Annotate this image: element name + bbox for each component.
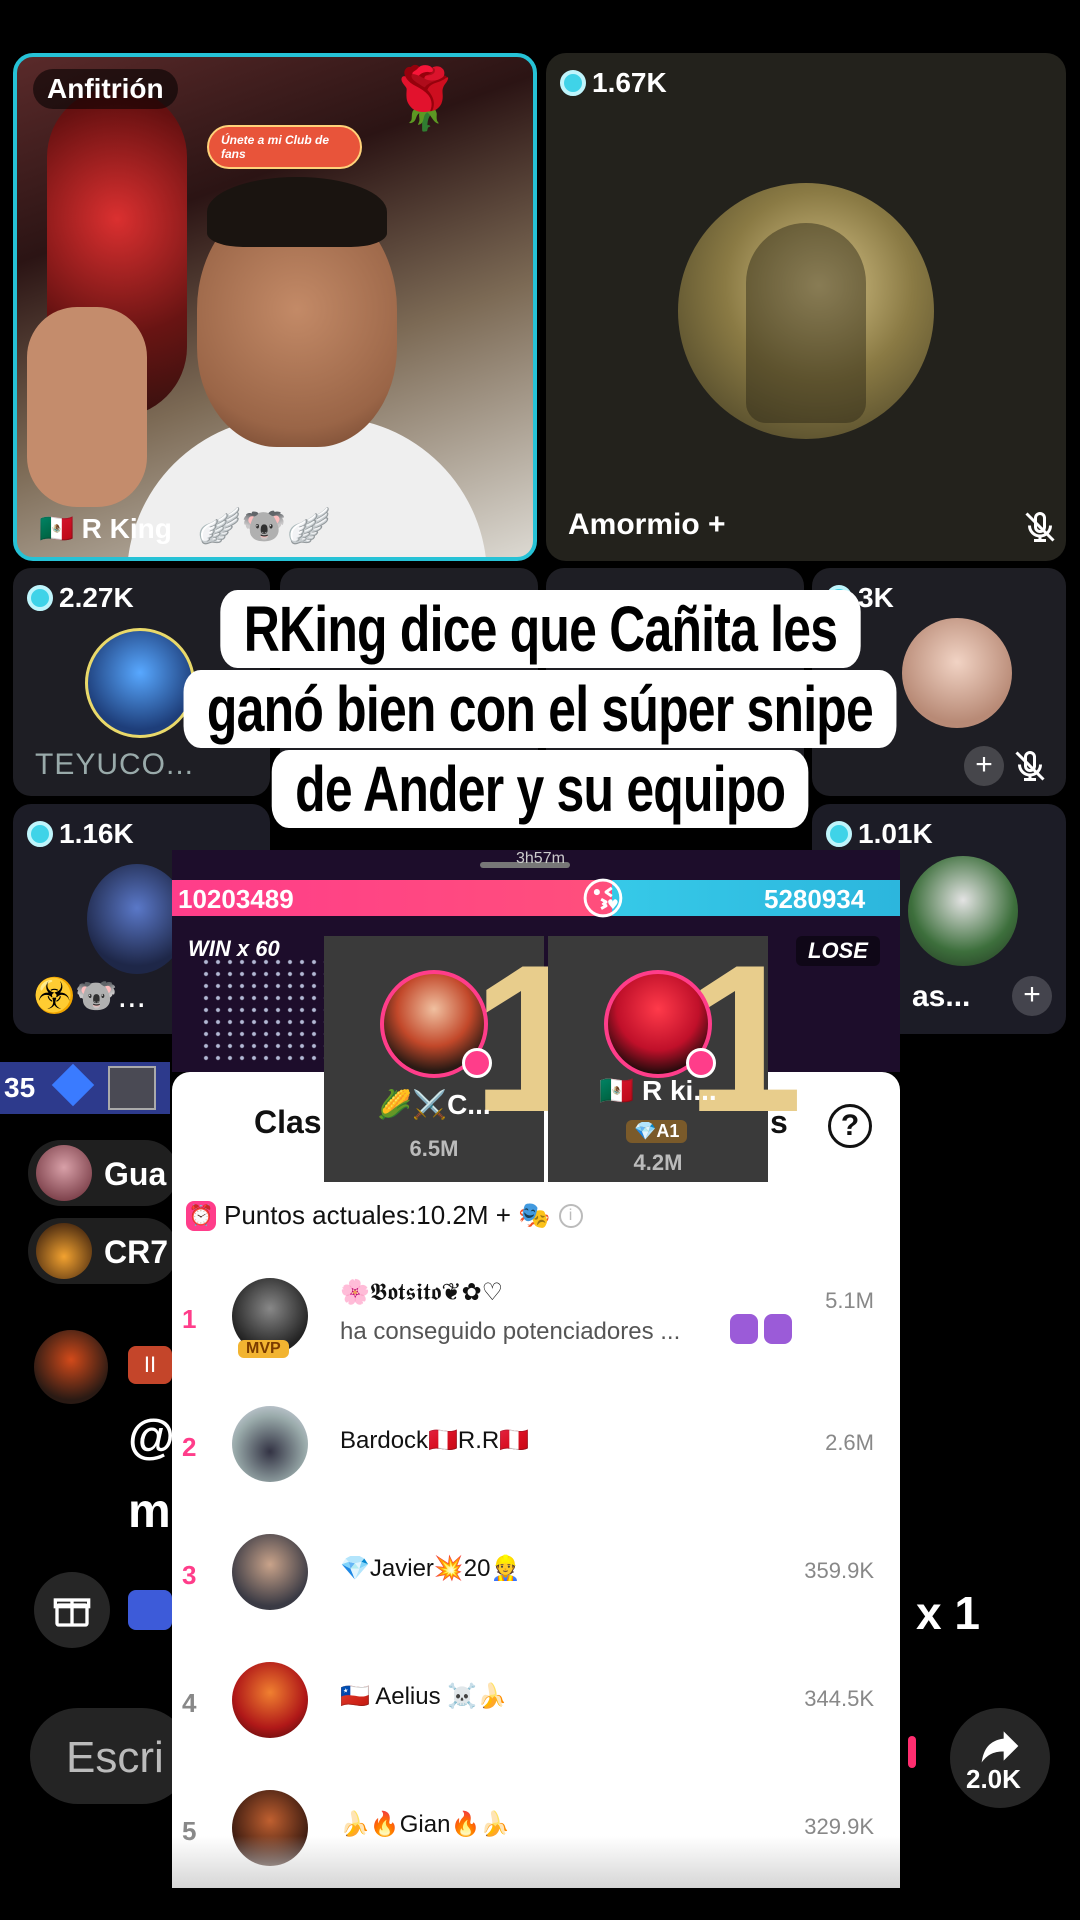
guest-score: 1.67K [560, 67, 667, 99]
host-badge: Anfitrión [33, 69, 178, 109]
rank-number: 4 [182, 1688, 197, 1718]
alarm-clock-icon: ⏰ [186, 1200, 216, 1231]
gifter-score: 4.2M [633, 1150, 683, 1175]
share-count: 2.0K [966, 1764, 1021, 1794]
bottom-fade [172, 1836, 900, 1888]
caption-line-1: RKing dice que Cañita les [219, 590, 861, 668]
current-points-row: ⏰ Puntos actuales:10.2M + 🎭 i [186, 1200, 583, 1231]
host-video-tile[interactable]: Anfitrión Únete a mi Club de fans 🌹 🇲🇽 R… [13, 53, 537, 561]
viewer-name: CR7 [104, 1234, 169, 1270]
kiss-emoji-icon: 😘 [580, 875, 626, 924]
booster-icon [764, 1314, 792, 1344]
top-gifter-card-left[interactable]: 1 🌽⚔️C... 6.5M [324, 934, 589, 1182]
host-hand [27, 307, 147, 507]
guest-score-value: 1.67K [592, 67, 667, 98]
guest-avatar [908, 856, 1018, 966]
ranking-row[interactable]: 4 🇨🇱 Aelius ☠️🍌 344.5K [172, 1642, 900, 1770]
lose-label: LOSE [796, 936, 880, 966]
ranking-row[interactable]: 1 MVP 🌸𝕭𝖔𝖙𝖘𝖎𝖙𝖔❦✿♡ ha conseguido potencia… [172, 1258, 900, 1386]
guest-name-label: Amormio [568, 508, 700, 541]
help-button[interactable]: ? [828, 1104, 872, 1148]
follow-plus-button[interactable]: + [708, 508, 726, 541]
ranking-row[interactable]: 2 Bardock🇵🇪R.R🇵🇪 2.6M [172, 1386, 900, 1514]
avatar [232, 1534, 308, 1610]
gift-thumbnail [108, 1066, 156, 1110]
pink-indicator [908, 1736, 916, 1768]
ranking-title: Clas [254, 1104, 322, 1140]
right-team-score: 5280934 [764, 884, 866, 914]
ranking-subtext: ha conseguido potenciadores ... [340, 1318, 681, 1345]
score-dot-icon [560, 70, 586, 96]
ranking-name: 🍌🔥Gian🔥🍌 [340, 1811, 511, 1838]
rose-logo-icon: 🌹 [387, 65, 462, 132]
guest-name: Amormio + [568, 508, 726, 542]
gift-combo-count: x 1 [916, 1587, 980, 1639]
host-hair [207, 177, 387, 247]
booster-icon [730, 1314, 758, 1344]
ranking-points: 5.1M [825, 1288, 874, 1313]
ranking-name: Bardock🇵🇪R.R🇵🇪 [340, 1427, 530, 1454]
gifter-name: 🌽⚔️C... [377, 1089, 491, 1120]
level-badge: 💎A1 [626, 1120, 688, 1143]
gift-icon [53, 1598, 91, 1627]
gift-button[interactable] [34, 1572, 110, 1648]
guest-emojis: ☣️🐨... [33, 977, 147, 1015]
gifter-name: 🇲🇽 R ki... [599, 1075, 717, 1106]
avatar [232, 1406, 308, 1482]
guest-video-tile[interactable]: 1.67K Amormio + [546, 53, 1066, 561]
info-icon[interactable]: i [558, 1203, 583, 1228]
gifter-score: 6.5M [409, 1136, 459, 1161]
caption-line-2: ganó bien con el súper snipe [183, 670, 897, 748]
avatar [36, 1223, 92, 1279]
current-points: Puntos actuales:10.2M + 🎭 [224, 1200, 551, 1230]
follow-plus-button[interactable]: + [1012, 976, 1052, 1016]
rank-number: 3 [182, 1560, 197, 1590]
avatar [36, 1145, 92, 1201]
mic-muted-icon [1025, 511, 1055, 542]
video-caption: RKing dice que Cañita les ganó bien con … [0, 590, 1080, 830]
light-dots-decoration [200, 956, 330, 1066]
live-indicator-icon [462, 1048, 492, 1078]
ranking-row[interactable]: 3 💎Javier💥20👷 359.9K [172, 1514, 900, 1642]
guest-avatar-figure [746, 223, 866, 423]
rank-number: 2 [182, 1432, 197, 1462]
chat-message: m [128, 1485, 171, 1538]
host-emojis: 🪽🐨🪽 [197, 505, 332, 546]
battle-timer: 3h57m [516, 850, 565, 867]
ranking-points: 359.9K [804, 1558, 874, 1583]
ranking-points: 344.5K [804, 1686, 874, 1711]
share-arrow-icon [981, 1731, 1019, 1763]
fan-club-button[interactable]: Únete a mi Club de fans [207, 125, 362, 169]
viewer-name: Gua [104, 1156, 167, 1192]
fan-level-badge: II [128, 1346, 172, 1384]
ranking-name: 🌸𝕭𝖔𝖙𝖘𝖎𝖙𝖔❦✿♡ [340, 1279, 504, 1306]
chat-mention: @ [128, 1411, 175, 1464]
caption-line-3: de Ander y su equipo [271, 750, 809, 828]
top-gifter-card-right[interactable]: 1 🇲🇽 R ki... 💎A1 4.2M [548, 934, 803, 1182]
ranking-name: 🇨🇱 Aelius ☠️🍌 [340, 1683, 508, 1710]
comment-placeholder: Escri [66, 1733, 164, 1782]
left-team-score: 10203489 [178, 884, 294, 914]
ranking-name: 💎Javier💥20👷 [340, 1555, 521, 1582]
avatar [34, 1330, 108, 1404]
host-name: 🇲🇽 R King [39, 513, 172, 544]
ranking-title-tail: s [770, 1104, 788, 1140]
avatar [232, 1662, 308, 1738]
mvp-badge: MVP [238, 1340, 289, 1358]
boost-button[interactable] [128, 1590, 172, 1630]
rank-number: 1 [182, 1304, 197, 1334]
ranking-points: 2.6M [825, 1430, 874, 1455]
guest-name: as... [912, 980, 971, 1013]
